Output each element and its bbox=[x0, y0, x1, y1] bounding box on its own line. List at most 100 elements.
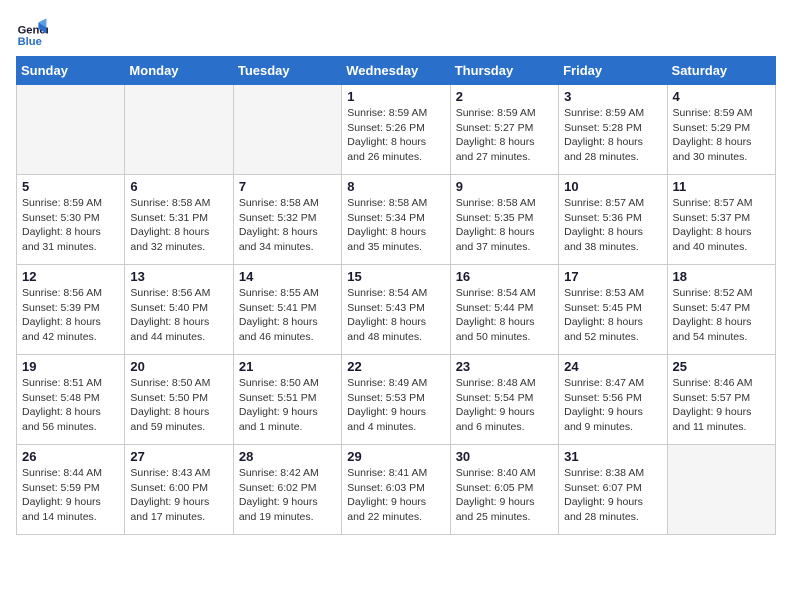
calendar-cell: 1Sunrise: 8:59 AM Sunset: 5:26 PM Daylig… bbox=[342, 85, 450, 175]
day-info: Sunrise: 8:48 AM Sunset: 5:54 PM Dayligh… bbox=[456, 376, 553, 435]
day-number: 14 bbox=[239, 269, 336, 284]
page-header: General Blue bbox=[16, 16, 776, 48]
day-number: 31 bbox=[564, 449, 661, 464]
weekday-header-tuesday: Tuesday bbox=[233, 57, 341, 85]
svg-text:Blue: Blue bbox=[18, 36, 42, 48]
calendar-cell bbox=[667, 445, 775, 535]
day-number: 13 bbox=[130, 269, 227, 284]
day-number: 10 bbox=[564, 179, 661, 194]
calendar-cell bbox=[17, 85, 125, 175]
day-info: Sunrise: 8:54 AM Sunset: 5:43 PM Dayligh… bbox=[347, 286, 444, 345]
calendar-cell: 27 Sunrise: 8:43 AM Sunset: 6:00 PM Dayli… bbox=[125, 445, 233, 535]
day-number: 25 bbox=[673, 359, 770, 374]
day-info: Sunrise: 8:42 AM Sunset: 6:02 PM Dayligh… bbox=[239, 466, 336, 525]
calendar-cell: 15 Sunrise: 8:54 AM Sunset: 5:43 PM Dayli… bbox=[342, 265, 450, 355]
day-info: Sunrise: 8:59 AM Sunset: 5:27 PM Dayligh… bbox=[456, 106, 553, 165]
calendar-week-row: 19Sunrise: 8:51 AM Sunset: 5:48 PM Dayli… bbox=[17, 355, 776, 445]
calendar-cell: 25 Sunrise: 8:46 AM Sunset: 5:57 PM Dayli… bbox=[667, 355, 775, 445]
day-number: 22 bbox=[347, 359, 444, 374]
day-info: Sunrise: 8:56 AM Sunset: 5:40 PM Dayligh… bbox=[130, 286, 227, 345]
calendar-cell: 23 Sunrise: 8:48 AM Sunset: 5:54 PM Dayli… bbox=[450, 355, 558, 445]
calendar-cell: 10 Sunrise: 8:57 AM Sunset: 5:36 PM Dayli… bbox=[559, 175, 667, 265]
calendar-header-row: SundayMondayTuesdayWednesdayThursdayFrid… bbox=[17, 57, 776, 85]
calendar-cell: 31 Sunrise: 8:38 AM Sunset: 6:07 PM Dayli… bbox=[559, 445, 667, 535]
calendar-cell: 2 Sunrise: 8:59 AM Sunset: 5:27 PM Daylig… bbox=[450, 85, 558, 175]
day-info: Sunrise: 8:58 AM Sunset: 5:31 PM Dayligh… bbox=[130, 196, 227, 255]
logo-icon: General Blue bbox=[16, 16, 48, 48]
calendar-cell: 11Sunrise: 8:57 AM Sunset: 5:37 PM Dayli… bbox=[667, 175, 775, 265]
day-number: 23 bbox=[456, 359, 553, 374]
day-info: Sunrise: 8:58 AM Sunset: 5:32 PM Dayligh… bbox=[239, 196, 336, 255]
day-number: 24 bbox=[564, 359, 661, 374]
day-number: 12 bbox=[22, 269, 119, 284]
calendar-week-row: 26Sunrise: 8:44 AM Sunset: 5:59 PM Dayli… bbox=[17, 445, 776, 535]
logo: General Blue bbox=[16, 16, 48, 48]
day-info: Sunrise: 8:57 AM Sunset: 5:36 PM Dayligh… bbox=[564, 196, 661, 255]
calendar-week-row: 12 Sunrise: 8:56 AM Sunset: 5:39 PM Dayli… bbox=[17, 265, 776, 355]
calendar-cell: 28 Sunrise: 8:42 AM Sunset: 6:02 PM Dayli… bbox=[233, 445, 341, 535]
day-info: Sunrise: 8:51 AM Sunset: 5:48 PM Dayligh… bbox=[22, 376, 119, 435]
calendar-cell: 4Sunrise: 8:59 AM Sunset: 5:29 PM Daylig… bbox=[667, 85, 775, 175]
day-info: Sunrise: 8:47 AM Sunset: 5:56 PM Dayligh… bbox=[564, 376, 661, 435]
day-number: 28 bbox=[239, 449, 336, 464]
day-info: Sunrise: 8:43 AM Sunset: 6:00 PM Dayligh… bbox=[130, 466, 227, 525]
calendar-cell bbox=[233, 85, 341, 175]
day-number: 27 bbox=[130, 449, 227, 464]
calendar-cell: 26Sunrise: 8:44 AM Sunset: 5:59 PM Dayli… bbox=[17, 445, 125, 535]
calendar-cell: 30 Sunrise: 8:40 AM Sunset: 6:05 PM Dayli… bbox=[450, 445, 558, 535]
day-info: Sunrise: 8:41 AM Sunset: 6:03 PM Dayligh… bbox=[347, 466, 444, 525]
day-number: 15 bbox=[347, 269, 444, 284]
day-info: Sunrise: 8:52 AM Sunset: 5:47 PM Dayligh… bbox=[673, 286, 770, 345]
calendar-cell bbox=[125, 85, 233, 175]
day-info: Sunrise: 8:50 AM Sunset: 5:50 PM Dayligh… bbox=[130, 376, 227, 435]
day-number: 21 bbox=[239, 359, 336, 374]
calendar-cell: 13 Sunrise: 8:56 AM Sunset: 5:40 PM Dayli… bbox=[125, 265, 233, 355]
calendar-cell: 20 Sunrise: 8:50 AM Sunset: 5:50 PM Dayli… bbox=[125, 355, 233, 445]
weekday-header-saturday: Saturday bbox=[667, 57, 775, 85]
calendar-cell: 7Sunrise: 8:58 AM Sunset: 5:32 PM Daylig… bbox=[233, 175, 341, 265]
day-info: Sunrise: 8:59 AM Sunset: 5:26 PM Dayligh… bbox=[347, 106, 444, 165]
weekday-header-wednesday: Wednesday bbox=[342, 57, 450, 85]
calendar-cell: 24 Sunrise: 8:47 AM Sunset: 5:56 PM Dayli… bbox=[559, 355, 667, 445]
day-number: 6 bbox=[130, 179, 227, 194]
calendar-cell: 14 Sunrise: 8:55 AM Sunset: 5:41 PM Dayli… bbox=[233, 265, 341, 355]
day-number: 2 bbox=[456, 89, 553, 104]
weekday-header-sunday: Sunday bbox=[17, 57, 125, 85]
calendar-cell: 21Sunrise: 8:50 AM Sunset: 5:51 PM Dayli… bbox=[233, 355, 341, 445]
day-info: Sunrise: 8:38 AM Sunset: 6:07 PM Dayligh… bbox=[564, 466, 661, 525]
calendar-cell: 5 Sunrise: 8:59 AM Sunset: 5:30 PM Daylig… bbox=[17, 175, 125, 265]
day-number: 18 bbox=[673, 269, 770, 284]
calendar-week-row: 5 Sunrise: 8:59 AM Sunset: 5:30 PM Daylig… bbox=[17, 175, 776, 265]
day-info: Sunrise: 8:58 AM Sunset: 5:35 PM Dayligh… bbox=[456, 196, 553, 255]
calendar-cell: 18 Sunrise: 8:52 AM Sunset: 5:47 PM Dayli… bbox=[667, 265, 775, 355]
day-number: 5 bbox=[22, 179, 119, 194]
day-info: Sunrise: 8:56 AM Sunset: 5:39 PM Dayligh… bbox=[22, 286, 119, 345]
day-number: 16 bbox=[456, 269, 553, 284]
day-info: Sunrise: 8:58 AM Sunset: 5:34 PM Dayligh… bbox=[347, 196, 444, 255]
day-number: 20 bbox=[130, 359, 227, 374]
calendar-cell: 6 Sunrise: 8:58 AM Sunset: 5:31 PM Daylig… bbox=[125, 175, 233, 265]
day-info: Sunrise: 8:59 AM Sunset: 5:30 PM Dayligh… bbox=[22, 196, 119, 255]
day-number: 4 bbox=[673, 89, 770, 104]
calendar-cell: 12 Sunrise: 8:56 AM Sunset: 5:39 PM Dayli… bbox=[17, 265, 125, 355]
calendar-cell: 29 Sunrise: 8:41 AM Sunset: 6:03 PM Dayli… bbox=[342, 445, 450, 535]
calendar-table: SundayMondayTuesdayWednesdayThursdayFrid… bbox=[16, 56, 776, 535]
calendar-cell: 16 Sunrise: 8:54 AM Sunset: 5:44 PM Dayli… bbox=[450, 265, 558, 355]
day-info: Sunrise: 8:40 AM Sunset: 6:05 PM Dayligh… bbox=[456, 466, 553, 525]
day-number: 11 bbox=[673, 179, 770, 194]
calendar-cell: 17Sunrise: 8:53 AM Sunset: 5:45 PM Dayli… bbox=[559, 265, 667, 355]
calendar-body: 1Sunrise: 8:59 AM Sunset: 5:26 PM Daylig… bbox=[17, 85, 776, 535]
calendar-cell: 3Sunrise: 8:59 AM Sunset: 5:28 PM Daylig… bbox=[559, 85, 667, 175]
weekday-header-monday: Monday bbox=[125, 57, 233, 85]
day-info: Sunrise: 8:54 AM Sunset: 5:44 PM Dayligh… bbox=[456, 286, 553, 345]
calendar-cell: 22 Sunrise: 8:49 AM Sunset: 5:53 PM Dayli… bbox=[342, 355, 450, 445]
day-number: 29 bbox=[347, 449, 444, 464]
day-info: Sunrise: 8:55 AM Sunset: 5:41 PM Dayligh… bbox=[239, 286, 336, 345]
day-info: Sunrise: 8:49 AM Sunset: 5:53 PM Dayligh… bbox=[347, 376, 444, 435]
day-number: 9 bbox=[456, 179, 553, 194]
day-info: Sunrise: 8:44 AM Sunset: 5:59 PM Dayligh… bbox=[22, 466, 119, 525]
day-number: 17 bbox=[564, 269, 661, 284]
calendar-cell: 9 Sunrise: 8:58 AM Sunset: 5:35 PM Daylig… bbox=[450, 175, 558, 265]
day-info: Sunrise: 8:46 AM Sunset: 5:57 PM Dayligh… bbox=[673, 376, 770, 435]
day-number: 30 bbox=[456, 449, 553, 464]
